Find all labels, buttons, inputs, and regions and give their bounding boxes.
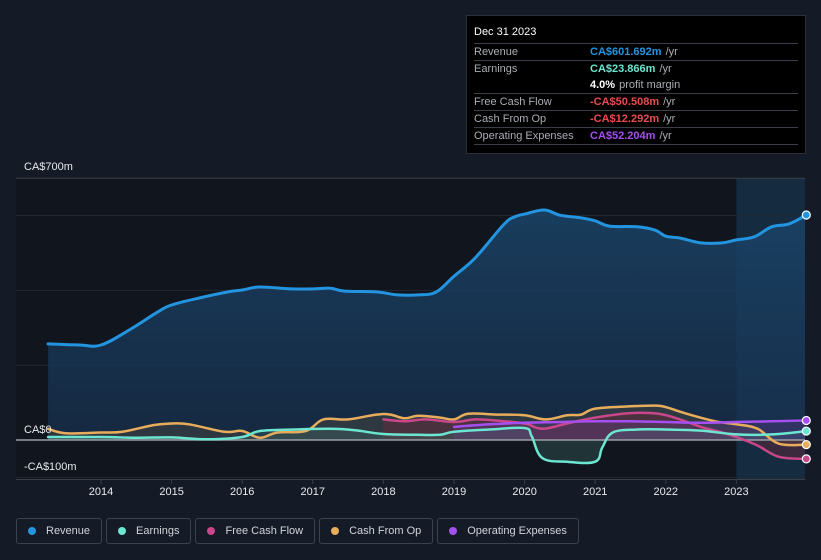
y-axis-label-bottom: -CA$100m bbox=[24, 461, 77, 473]
tooltip-unit: /yr bbox=[663, 113, 676, 125]
legend-dot-icon bbox=[118, 527, 127, 535]
y-axis-label-top: CA$700m bbox=[24, 161, 73, 173]
legend-item-operating-expenses[interactable]: Operating Expenses bbox=[437, 518, 579, 544]
tooltip-label: Earnings bbox=[474, 63, 518, 75]
tooltip-unit: /yr bbox=[659, 63, 672, 75]
chart-legend: Revenue Earnings Free Cash Flow Cash From O… bbox=[16, 518, 579, 544]
x-tick-label-2014: 2014 bbox=[89, 486, 113, 498]
x-tick-label-2022: 2022 bbox=[654, 486, 678, 498]
legend-dot-icon bbox=[28, 527, 36, 535]
tooltip-value: CA$52.204m bbox=[590, 130, 656, 142]
legend-dot-icon bbox=[207, 527, 216, 535]
tooltip-row-profit-margin: 4.0% profit margin bbox=[474, 77, 798, 94]
legend-label: Earnings bbox=[136, 525, 180, 537]
x-tick-label-2017: 2017 bbox=[301, 486, 325, 498]
tooltip-row-free-cash-flow: Free Cash Flow -CA$50.508m/yr bbox=[474, 94, 798, 111]
legend-label: Free Cash Flow bbox=[225, 525, 304, 537]
legend-label: Operating Expenses bbox=[467, 525, 567, 537]
tooltip-unit: /yr bbox=[665, 46, 678, 58]
tooltip-label: Free Cash Flow bbox=[474, 96, 552, 108]
operating-expenses-end-point[interactable] bbox=[801, 415, 811, 426]
tooltip-label bbox=[474, 77, 590, 93]
tooltip-value: CA$23.866m bbox=[590, 63, 656, 75]
tooltip-value: -CA$12.292m bbox=[590, 113, 660, 125]
tooltip-unit: /yr bbox=[663, 96, 676, 108]
x-tick-label-2019: 2019 bbox=[442, 486, 466, 498]
legend-label: Revenue bbox=[46, 525, 91, 537]
x-tick-label-2018: 2018 bbox=[371, 486, 395, 498]
cash-from-op-end-point[interactable] bbox=[801, 439, 811, 450]
revenue-end-point[interactable] bbox=[801, 210, 811, 220]
legend-dot-icon bbox=[449, 527, 458, 535]
tooltip-row-operating-expenses: Operating Expenses CA$52.204m/yr bbox=[474, 128, 798, 145]
tooltip-date: Dec 31 2023 bbox=[474, 24, 798, 44]
x-tick-label-2021: 2021 bbox=[583, 486, 607, 498]
tooltip-label: Cash From Op bbox=[474, 113, 547, 125]
tooltip-unit: /yr bbox=[659, 130, 672, 142]
tooltip-row-earnings: Earnings CA$23.866m/yr bbox=[474, 61, 798, 77]
tooltip-label: Operating Expenses bbox=[474, 130, 574, 142]
legend-dot-icon bbox=[331, 527, 340, 535]
x-tick-label-2016: 2016 bbox=[230, 486, 254, 498]
legend-item-earnings[interactable]: Earnings bbox=[106, 518, 192, 544]
tooltip-value: CA$601.692m bbox=[590, 46, 662, 58]
y-axis-label-zero: CA$0 bbox=[24, 424, 52, 436]
legend-item-cash-from-op[interactable]: Cash From Op bbox=[319, 518, 434, 544]
legend-item-free-cash-flow[interactable]: Free Cash Flow bbox=[195, 518, 316, 544]
x-tick-label-2015: 2015 bbox=[159, 486, 183, 498]
tooltip-row-revenue: Revenue CA$601.692m/yr bbox=[474, 44, 798, 61]
free-cash-flow-end-point[interactable] bbox=[801, 454, 811, 464]
legend-item-revenue[interactable]: Revenue bbox=[16, 518, 103, 544]
tooltip-unit: profit margin bbox=[619, 79, 681, 91]
tooltip-value: -CA$50.508m bbox=[590, 96, 660, 108]
legend-label: Cash From Op bbox=[349, 525, 422, 537]
x-tick-label-2023: 2023 bbox=[724, 486, 748, 498]
data-tooltip: Dec 31 2023 Revenue CA$601.692m/yr Earning… bbox=[466, 15, 806, 154]
tooltip-label: Revenue bbox=[474, 46, 519, 58]
tooltip-row-cash-from-op: Cash From Op -CA$12.292m/yr bbox=[474, 111, 798, 128]
x-tick-label-2020: 2020 bbox=[512, 486, 536, 498]
tooltip-value: 4.0% bbox=[590, 79, 616, 91]
earnings-end-point[interactable] bbox=[801, 426, 811, 436]
